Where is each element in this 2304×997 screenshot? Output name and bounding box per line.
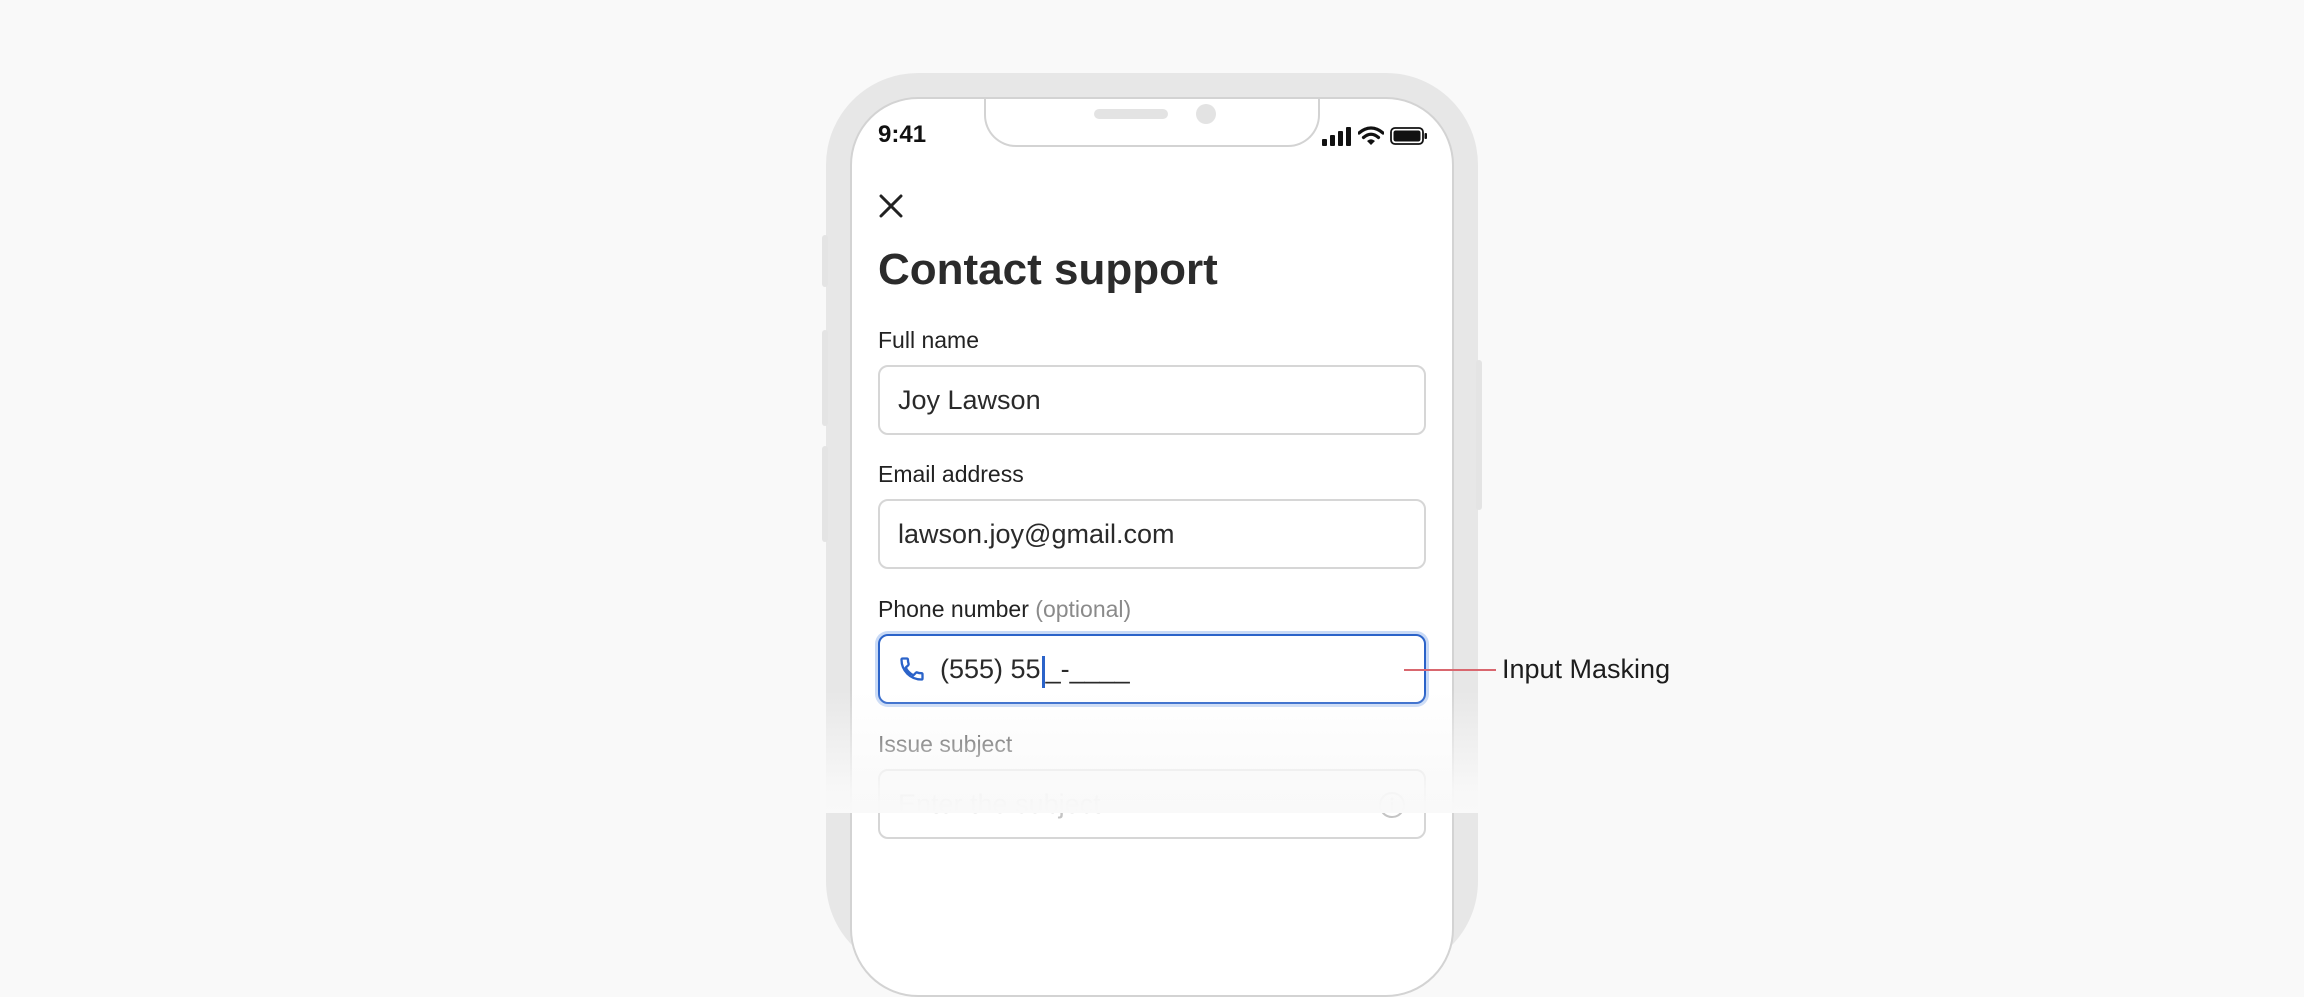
annotation-label: Input Masking <box>1502 654 1671 684</box>
phone-mute-switch <box>822 235 828 287</box>
annotation-line <box>1404 669 1496 671</box>
battery-icon <box>1390 126 1428 151</box>
phone-power-button <box>1476 360 1482 510</box>
subject-placeholder: Enter the subject <box>898 788 1101 819</box>
phone-volume-up-button <box>822 330 828 426</box>
phone-field[interactable]: (555) 55 _-____ <box>878 634 1426 704</box>
status-time: 9:41 <box>878 121 927 148</box>
close-button[interactable] <box>876 191 906 221</box>
subject-label: Issue subject <box>878 731 1013 757</box>
page-title: Contact support <box>878 245 1218 294</box>
full-name-value: Joy Lawson <box>898 384 1041 415</box>
phone-label-text: Phone number <box>878 596 1029 622</box>
email-field[interactable]: lawson.joy@gmail.com <box>878 499 1426 569</box>
notch <box>984 99 1320 147</box>
phone-screen: 9:41 Contact support Full name Joy Lawso… <box>850 97 1454 997</box>
phone-typed-value: (555) 55 <box>940 653 1041 684</box>
cellular-signal-icon <box>1322 126 1352 151</box>
phone-volume-down-button <box>822 446 828 542</box>
wifi-icon <box>1357 126 1385 151</box>
full-name-label: Full name <box>878 327 979 353</box>
phone-icon <box>898 655 926 683</box>
status-icons <box>1322 126 1428 151</box>
subject-field[interactable]: Enter the subject <box>878 769 1426 839</box>
phone-optional-hint: (optional) <box>1035 596 1132 622</box>
email-value: lawson.joy@gmail.com <box>898 518 1175 549</box>
phone-label: Phone number (optional) <box>878 596 1131 623</box>
info-icon <box>1378 791 1406 819</box>
front-camera <box>1196 104 1216 124</box>
close-icon <box>879 194 903 218</box>
speaker <box>1094 109 1168 119</box>
full-name-field[interactable]: Joy Lawson <box>878 365 1426 435</box>
text-caret <box>1041 656 1045 688</box>
email-label: Email address <box>878 461 1024 487</box>
phone-mask-placeholder: _-____ <box>1045 653 1130 684</box>
